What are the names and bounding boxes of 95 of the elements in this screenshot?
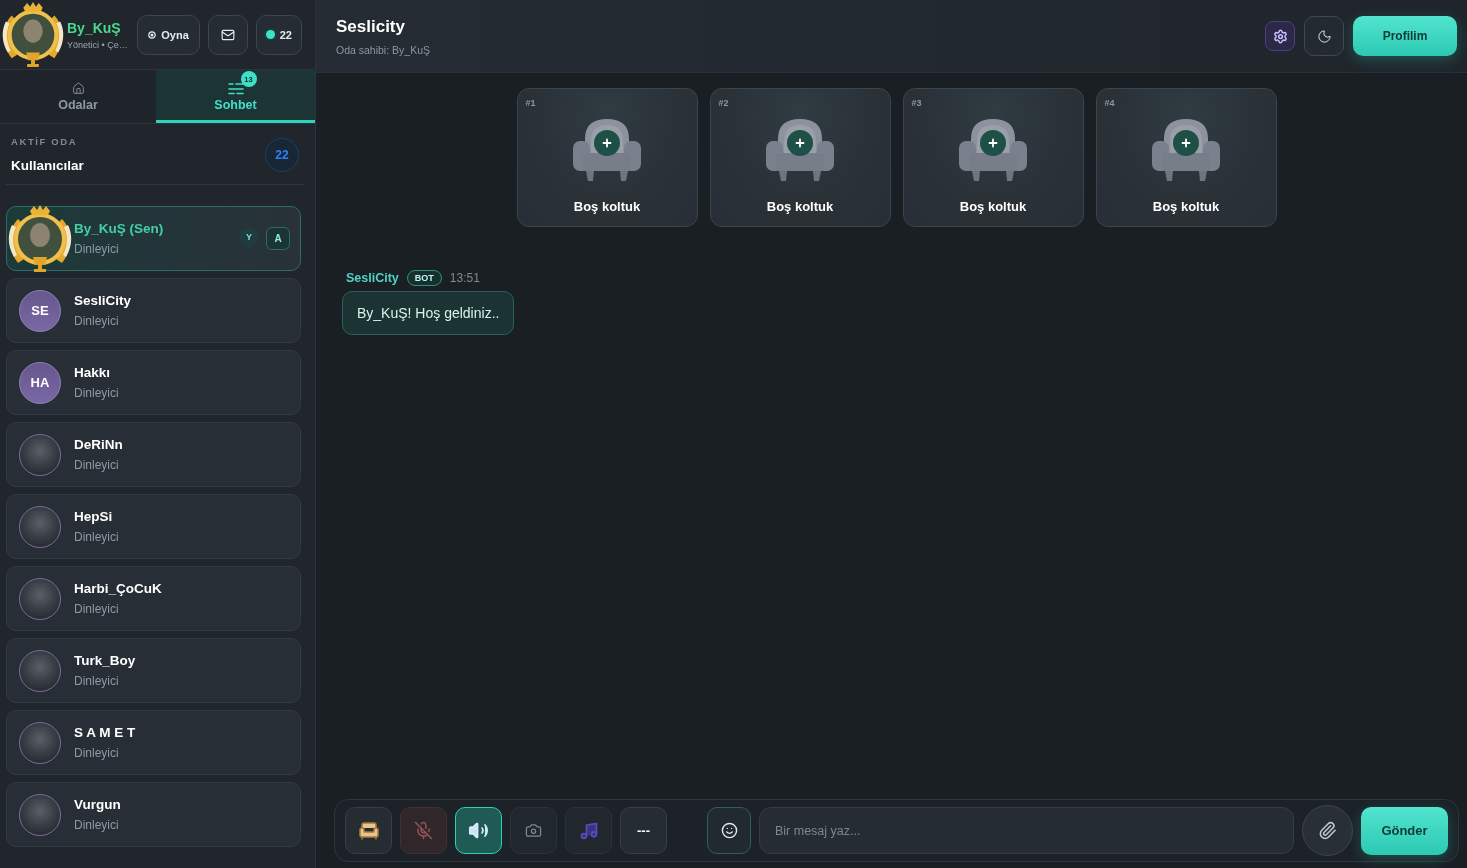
seat-card[interactable]: #3 Boş koltuk — [902, 88, 1084, 227]
user-name: By_KuŞ (Sen) — [74, 221, 164, 236]
plus-icon — [1173, 130, 1199, 156]
plus-icon — [594, 130, 620, 156]
user-card[interactable]: Harbi_ÇoCuK Dinleyici — [6, 566, 301, 631]
user-role: Dinleyici — [74, 458, 120, 472]
microphone-button[interactable] — [400, 807, 447, 854]
moon-icon — [1316, 28, 1332, 44]
section-title: Kullanıcılar — [11, 158, 84, 173]
seat-label: Boş koltuk — [959, 199, 1027, 214]
plus-icon — [787, 130, 813, 156]
user-role: Dinleyici — [74, 530, 119, 544]
camera-icon — [525, 822, 542, 839]
user-role: Dinleyici — [74, 674, 120, 688]
user-role: Dinleyici — [74, 818, 120, 832]
settings-icon — [1272, 28, 1288, 44]
user-role: Dinleyici — [74, 602, 120, 616]
user-role: Dinleyici — [74, 386, 119, 400]
list-icon — [227, 81, 244, 95]
plus-icon — [980, 130, 1006, 156]
avatar-photo — [19, 793, 61, 836]
music-button[interactable] — [565, 807, 612, 854]
room-owner: Oda sahibi: By_KuŞ — [336, 43, 430, 56]
emoji-button[interactable] — [707, 807, 751, 854]
speaker-button[interactable] — [455, 807, 502, 854]
play-button[interactable]: Oyna — [137, 14, 200, 55]
user-card[interactable]: SE SesliCity Dinleyici — [6, 278, 301, 343]
profile-button[interactable]: Profilim — [1353, 16, 1457, 56]
user-role: Dinleyici — [74, 746, 120, 760]
role-shield-badge: Y — [240, 227, 258, 250]
avatar-photo — [19, 505, 61, 548]
speaker-icon — [468, 820, 489, 841]
avatar-photo — [19, 433, 61, 476]
bot-badge: BOT — [406, 270, 442, 286]
user-role: Dinleyici — [74, 242, 120, 256]
user-name: Turk_Boy — [74, 653, 136, 668]
mail-icon — [220, 27, 235, 42]
user-card[interactable]: Vurgun Dinleyici — [6, 782, 301, 847]
seat-label: Boş koltuk — [573, 199, 641, 214]
user-name: SesliCity — [74, 293, 132, 308]
seat-number: #2 — [718, 98, 729, 108]
seat-number: #1 — [525, 98, 536, 108]
user-card[interactable]: HA Hakkı Dinleyici — [6, 350, 301, 415]
avatar-initials: HA — [19, 361, 61, 404]
current-user-card[interactable]: By_KuŞ (Sen) Dinleyici Y A — [6, 206, 301, 271]
send-button[interactable]: Gönder — [1361, 806, 1448, 855]
music-note-icon — [578, 820, 599, 841]
avatar-photo — [19, 649, 61, 692]
user-action-button[interactable]: A — [266, 227, 290, 250]
avatar-initials: SE — [19, 289, 61, 332]
message-time: 13:51 — [449, 271, 480, 285]
ring-icon — [148, 30, 157, 39]
seat-card[interactable]: #2 Boş koltuk — [709, 88, 891, 227]
attach-button[interactable] — [1302, 805, 1353, 856]
message-input[interactable]: Bir mesaj yaz... — [759, 807, 1294, 854]
profile-subtitle: Yönetici • Çe… — [67, 39, 129, 50]
seat-label: Boş koltuk — [1152, 199, 1220, 214]
muted-microphone-icon — [414, 821, 433, 840]
user-role: Dinleyici — [74, 314, 120, 328]
user-name: S A M E T — [74, 725, 136, 740]
framed-avatar — [0, 1, 66, 68]
framed-avatar — [6, 204, 74, 273]
user-name: HepSi — [74, 509, 114, 524]
camera-button[interactable] — [510, 807, 557, 854]
mail-button[interactable] — [207, 14, 248, 55]
smiley-icon — [720, 822, 738, 839]
room-title: Seslicity — [336, 16, 406, 37]
online-count-button[interactable]: 22 — [255, 14, 302, 55]
avatar-photo — [19, 577, 61, 620]
section-caption: AKTİF ODA — [11, 136, 79, 147]
message-bubble: By_KuŞ! Hoş geldiniz.. — [342, 291, 515, 335]
seat-button[interactable] — [345, 807, 392, 854]
user-card[interactable]: Turk_Boy Dinleyici — [6, 638, 301, 703]
user-name: Vurgun — [74, 797, 121, 812]
profile-name: By_KuŞ — [67, 19, 122, 36]
user-name: DeRiNn — [74, 437, 123, 452]
message-sender: SesliCity — [346, 271, 399, 285]
settings-button[interactable] — [1265, 21, 1295, 51]
user-name: Harbi_ÇoCuK — [74, 581, 162, 596]
seat-card[interactable]: #1 Boş koltuk — [516, 88, 698, 227]
more-button[interactable]: --- — [620, 807, 667, 854]
status-dot-icon — [265, 30, 275, 39]
seat-number: #3 — [911, 98, 922, 108]
seat-number: #4 — [1104, 98, 1115, 108]
user-card[interactable]: DeRiNn Dinleyici — [6, 422, 301, 487]
user-name: Hakkı — [74, 365, 112, 380]
avatar-photo — [19, 721, 61, 764]
user-count-badge: 22 — [265, 137, 299, 172]
user-card[interactable]: S A M E T Dinleyici — [6, 710, 301, 775]
house-icon — [71, 81, 85, 95]
seat-card[interactable]: #4 Boş koltuk — [1095, 88, 1277, 227]
theme-toggle-button[interactable] — [1304, 16, 1344, 56]
paperclip-icon — [1318, 821, 1337, 840]
user-card[interactable]: HepSi Dinleyici — [6, 494, 301, 559]
seat-label: Boş koltuk — [766, 199, 834, 214]
